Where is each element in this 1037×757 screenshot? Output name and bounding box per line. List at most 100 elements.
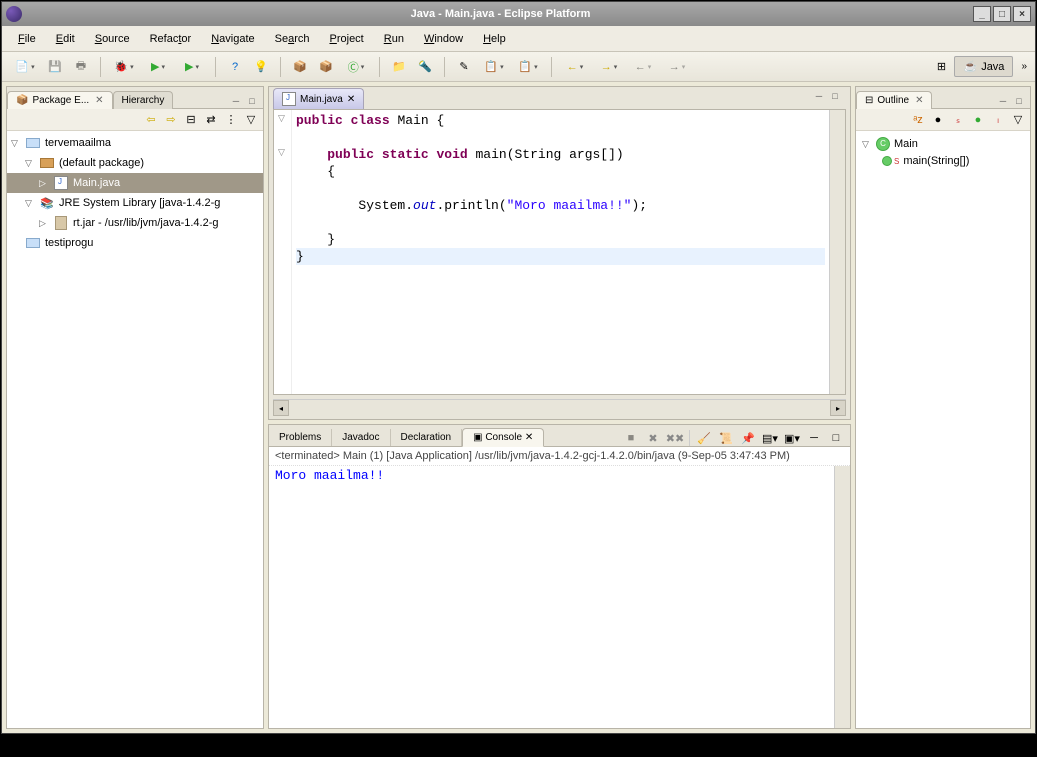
maximize-editor-icon[interactable]: □ [828,89,842,103]
menu-refactor[interactable]: Refactor [142,29,200,49]
help-button2[interactable]: ? [224,56,246,78]
close-button[interactable]: × [1013,6,1031,22]
pin-icon[interactable]: 📌 [740,430,756,446]
minimize-panel-icon[interactable]: ─ [806,430,822,446]
maximize-view-icon[interactable]: □ [1012,94,1026,108]
menu-navigate[interactable]: Navigate [203,29,262,49]
new-button[interactable]: 📄 [10,56,40,78]
outline-class-node[interactable]: ▽ C Main [856,135,1030,153]
class-icon: C [876,137,890,151]
forward-button[interactable]: → [594,56,624,78]
hide-local-icon[interactable]: ₗ [990,112,1006,128]
console-scrollbar[interactable] [834,466,850,728]
scroll-left-icon[interactable]: ◂ [273,400,289,416]
save-button[interactable]: 💾 [44,56,66,78]
eclipse-icon [6,6,22,22]
sort-icon[interactable]: ᵃz [910,112,926,128]
annotation-button[interactable]: 📋 [479,56,509,78]
hierarchy-tab[interactable]: Hierarchy [113,91,174,109]
run-ext-button[interactable]: ▶ [177,56,207,78]
menu-file[interactable]: File [10,29,44,49]
terminate-icon[interactable]: ■ [623,430,639,446]
jre-library-node[interactable]: ▽ 📚 JRE System Library [java-1.4.2-g [7,193,263,213]
package-explorer-tab[interactable]: 📦 Package E... ✕ [7,91,113,109]
perspective-more[interactable]: » [1021,61,1027,72]
java-perspective-button[interactable]: ☕ Java [954,56,1013,77]
print-button[interactable]: 🖶 [70,56,92,78]
hide-fields-icon[interactable]: ● [930,112,946,128]
outline-icon: ⊟ [865,95,873,106]
outline-tab[interactable]: ⊟ Outline ✕ [856,91,932,109]
close-icon[interactable]: ✕ [915,95,923,106]
down-button[interactable]: → [662,56,692,78]
testiprogu-node[interactable]: testiprogu [7,233,263,253]
remove-icon[interactable]: ✖ [645,430,661,446]
code-editor[interactable]: ▽ ▽ public class Main { public static vo… [273,109,846,395]
scroll-lock-icon[interactable]: 📜 [718,430,734,446]
menu-search[interactable]: Search [267,29,318,49]
display-icon[interactable]: ▤▾ [762,430,778,446]
tip-button[interactable]: 💡 [250,56,272,78]
menu-project[interactable]: Project [322,29,372,49]
menu-help[interactable]: Help [475,29,514,49]
open-type-button[interactable]: 📁 [388,56,410,78]
console-info: <terminated> Main (1) [Java Application]… [269,447,850,466]
close-icon[interactable]: ✕ [95,95,103,106]
up-button[interactable]: ← [628,56,658,78]
forward-nav-icon[interactable]: ⇨ [163,112,179,128]
scroll-right-icon[interactable]: ▸ [830,400,846,416]
titlebar[interactable]: Java - Main.java - Eclipse Platform _ □ … [2,2,1035,26]
editor-gutter[interactable]: ▽ ▽ [274,110,292,394]
default-package-node[interactable]: ▽ (default package) [7,153,263,173]
main-java-node[interactable]: ▷ Main.java [7,173,263,193]
back-button[interactable]: ← [560,56,590,78]
debug-button[interactable]: 🐞 [109,56,139,78]
type-button[interactable]: 📦 [315,56,337,78]
center-panel: Main.java ✕ ─ □ ▽ ▽ public class Main { [268,86,851,729]
open-console-icon[interactable]: ▣▾ [784,430,800,446]
link-editor-icon[interactable]: ⇄ [203,112,219,128]
hide-nonpublic-icon[interactable]: ● [970,112,986,128]
close-tab-icon[interactable]: ✕ [347,94,355,105]
back-nav-icon[interactable]: ⇦ [143,112,159,128]
new-class-button[interactable]: Ⓒ [341,56,371,78]
declaration-tab[interactable]: Declaration [391,429,463,446]
highlight-button[interactable]: ✎ [453,56,475,78]
folding-button[interactable]: 📋 [513,56,543,78]
maximize-view-icon[interactable]: □ [245,94,259,108]
minimize-view-icon[interactable]: ─ [229,94,243,108]
editor-tab-main[interactable]: Main.java ✕ [273,88,364,109]
maximize-panel-icon[interactable]: □ [828,430,844,446]
pkg-button[interactable]: 📦 [289,56,311,78]
minimize-view-icon[interactable]: ─ [996,94,1010,108]
menu-source[interactable]: Source [87,29,138,49]
horizontal-scrollbar[interactable]: ◂ ▸ [273,399,846,415]
rtjar-node[interactable]: ▷ rt.jar - /usr/lib/jvm/java-1.4.2-g [7,213,263,233]
code-area[interactable]: public class Main { public static void m… [292,110,829,394]
run-button[interactable]: ▶ [143,56,173,78]
filter-icon[interactable]: ⋮ [223,112,239,128]
outline-method-node[interactable]: S main(String[]) [856,153,1030,169]
collapse-all-icon[interactable]: ⊟ [183,112,199,128]
console-output[interactable]: Moro maailma!! [269,466,850,728]
problems-tab[interactable]: Problems [269,429,332,446]
open-perspective-button[interactable]: ⊞ [930,56,952,78]
clear-icon[interactable]: 🧹 [696,430,712,446]
menu-dropdown-icon[interactable]: ▽ [243,112,259,128]
menu-icon[interactable]: ▽ [1010,112,1026,128]
search-button[interactable]: 🔦 [414,56,436,78]
console-tab[interactable]: ▣ Console ✕ [462,428,544,447]
hide-static-icon[interactable]: ₛ [950,112,966,128]
vertical-scrollbar[interactable] [829,110,845,394]
minimize-editor-icon[interactable]: ─ [812,89,826,103]
minimize-button[interactable]: _ [973,6,991,22]
project-node[interactable]: ▽ tervemaailma [7,133,263,153]
menubar: File Edit Source Refactor Navigate Searc… [2,26,1035,52]
javadoc-tab[interactable]: Javadoc [332,429,390,446]
remove-all-icon[interactable]: ✖✖ [667,430,683,446]
menu-window[interactable]: Window [416,29,471,49]
menu-run[interactable]: Run [376,29,412,49]
close-icon[interactable]: ✕ [525,432,533,443]
maximize-button[interactable]: □ [993,6,1011,22]
menu-edit[interactable]: Edit [48,29,83,49]
